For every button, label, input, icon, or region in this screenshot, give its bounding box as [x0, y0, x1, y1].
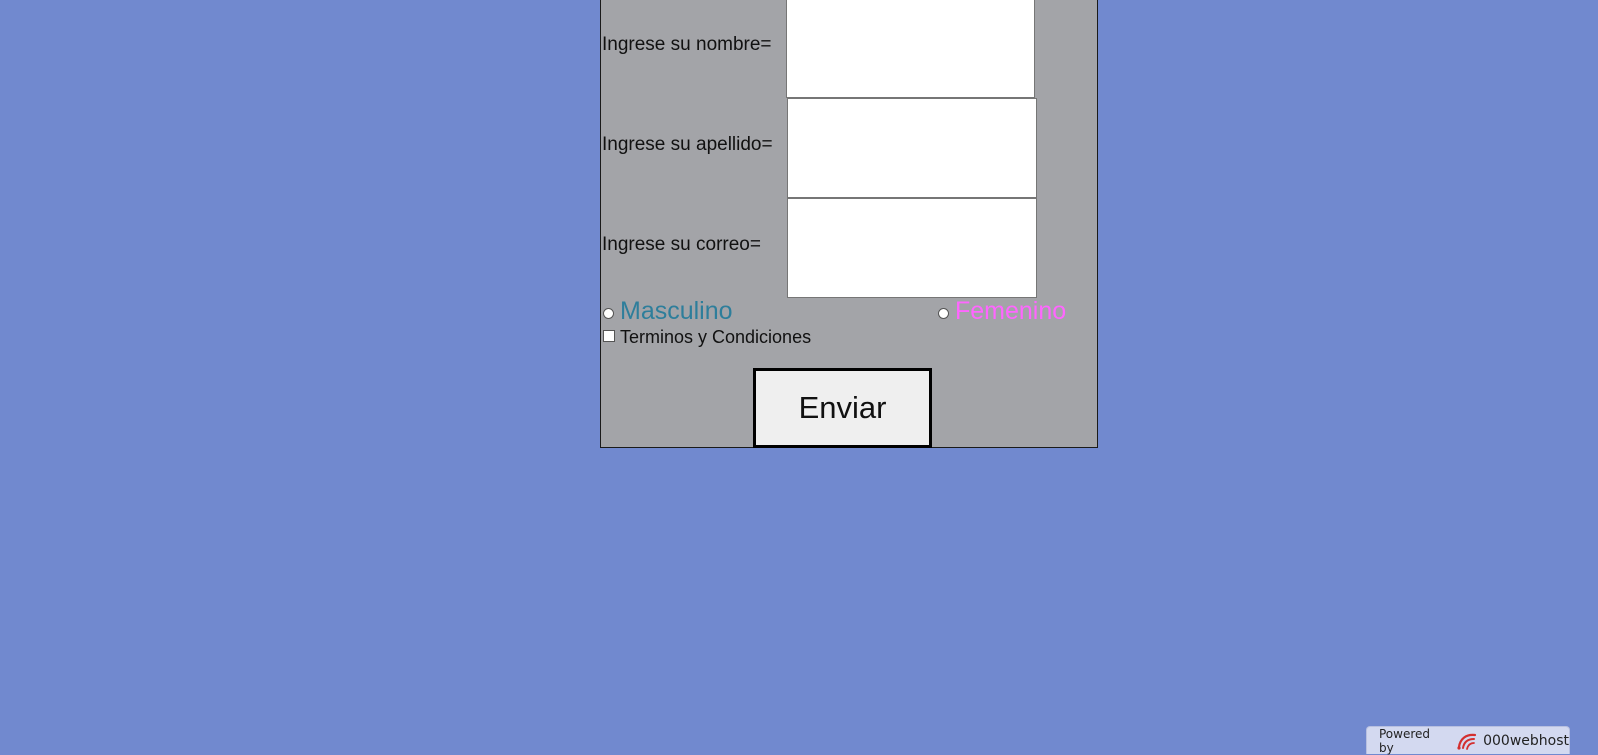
nombre-input[interactable] — [786, 0, 1035, 98]
terminos-checkbox[interactable] — [603, 330, 615, 342]
terminos-label[interactable]: Terminos y Condiciones — [620, 327, 811, 348]
apellido-input[interactable] — [787, 98, 1037, 198]
femenino-label[interactable]: Femenino — [955, 297, 1066, 326]
powered-by-text: Powered by — [1379, 727, 1448, 755]
enviar-button[interactable]: Enviar — [753, 368, 932, 448]
correo-input[interactable] — [787, 198, 1037, 298]
nombre-label: Ingrese su nombre= — [602, 34, 772, 56]
correo-label: Ingrese su correo= — [602, 234, 761, 256]
powered-by-badge[interactable]: Powered by 000webhost — [1366, 726, 1570, 754]
masculino-radio[interactable] — [603, 308, 614, 319]
apellido-label: Ingrese su apellido= — [602, 134, 773, 156]
masculino-label[interactable]: Masculino — [620, 297, 733, 326]
000webhost-logo-icon — [1456, 731, 1478, 751]
brand-name: 000webhost — [1483, 733, 1569, 749]
femenino-radio[interactable] — [938, 308, 949, 319]
registration-form: Ingrese su nombre= Ingrese su apellido= … — [600, 0, 1098, 448]
